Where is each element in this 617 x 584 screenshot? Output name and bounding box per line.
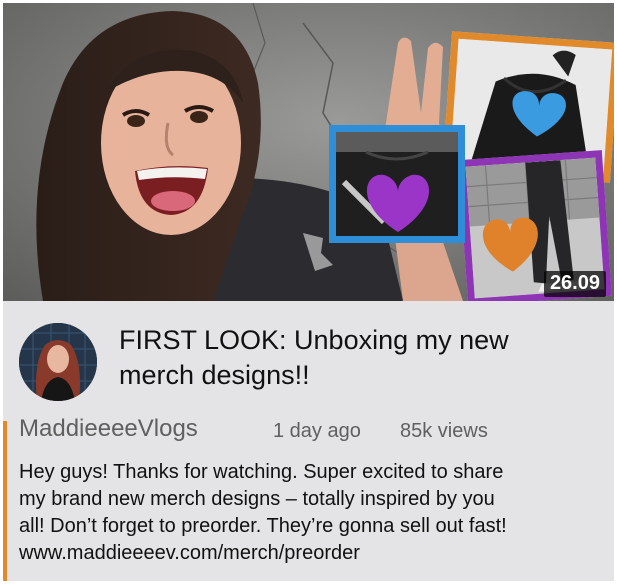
video-thumbnail[interactable]: 26.09 — [3, 3, 614, 301]
video-title-line-1: FIRST LOOK: Unboxing my new — [119, 325, 509, 355]
video-duration: 26.09 — [543, 271, 606, 297]
video-byline: MaddieeeeVlogs 1 day ago 85k views — [19, 415, 609, 447]
description-line: Hey guys! Thanks for watching. Super exc… — [19, 461, 504, 483]
channel-name[interactable]: MaddieeeeVlogs — [19, 415, 198, 443]
video-meta: FIRST LOOK: Unboxing my new merch design… — [3, 301, 614, 581]
tshirt-closeup-photo — [336, 132, 458, 236]
preorder-link[interactable]: www.maddieeeev.com/merch/preorder — [19, 540, 609, 567]
video-card[interactable]: 26.09 FIRST LOOK: Unboxing my new merch … — [3, 3, 614, 581]
video-description: Hey guys! Thanks for watching. Super exc… — [19, 459, 609, 567]
upload-age: 1 day ago — [273, 420, 361, 442]
video-title[interactable]: FIRST LOOK: Unboxing my new merch design… — [119, 323, 599, 393]
video-title-line-2: merch designs!! — [119, 360, 310, 390]
avatar-image — [19, 323, 97, 401]
view-count: 85k views — [400, 420, 488, 442]
accent-bar — [3, 421, 7, 581]
description-line: all! Don’t forget to preorder. They’re g… — [19, 515, 507, 537]
photo-frame-blue — [329, 125, 465, 243]
channel-avatar[interactable] — [19, 323, 97, 401]
description-line: my brand new merch designs – totally ins… — [19, 488, 495, 510]
